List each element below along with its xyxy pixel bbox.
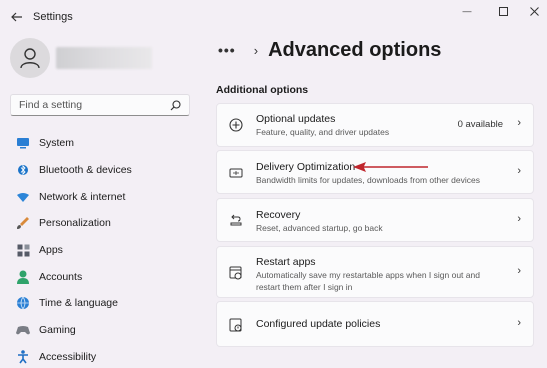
card-title: Recovery [256, 209, 301, 221]
chevron-right-icon: › [517, 213, 521, 225]
annotation-arrow [353, 162, 428, 172]
maximize-icon [498, 6, 508, 16]
app-title: Settings [33, 11, 73, 23]
title-bar: Settings — [0, 0, 547, 32]
gaming-icon [16, 323, 30, 337]
chevron-right-icon: › [517, 317, 521, 329]
sidebar-item-label: Accounts [39, 270, 83, 283]
chevron-right-icon: › [253, 42, 259, 58]
maximize-button[interactable] [490, 4, 516, 18]
back-arrow-icon [11, 12, 22, 22]
card-description: Reset, advanced startup, go back [256, 223, 383, 233]
person-icon [20, 48, 40, 69]
section-title: Additional options [216, 84, 309, 96]
bluetooth-icon [16, 163, 30, 177]
search-box[interactable] [10, 94, 190, 116]
card-description: Automatically save my restartable apps w… [256, 270, 480, 292]
breadcrumb: ••• › Advanced options [218, 36, 441, 64]
card-title: Delivery Optimization [256, 161, 356, 173]
updates-count: 0 available [457, 119, 503, 130]
sidebar-item-network[interactable]: Network & internet [10, 183, 200, 210]
sidebar-item-label: Accessibility [39, 350, 97, 363]
policy-icon [229, 318, 243, 332]
close-button[interactable] [521, 4, 547, 18]
accounts-icon [16, 270, 30, 284]
sidebar-nav: System Bluetooth & devices Network & int… [10, 130, 200, 368]
sidebar-item-time-language[interactable]: Time & language [10, 290, 200, 317]
sidebar-item-bluetooth[interactable]: Bluetooth & devices [10, 157, 200, 184]
card-title: Optional updates [256, 113, 336, 125]
back-button[interactable] [8, 8, 26, 26]
sidebar-item-label: Time & language [39, 297, 118, 310]
card-recovery[interactable]: Recovery Reset, advanced startup, go bac… [216, 198, 534, 242]
sidebar-item-accounts[interactable]: Accounts [10, 263, 200, 290]
sidebar-item-label: Bluetooth & devices [39, 164, 132, 177]
breadcrumb-more-button[interactable]: ••• [218, 42, 236, 58]
close-icon [529, 6, 539, 16]
chevron-right-icon: › [517, 265, 521, 277]
chevron-right-icon: › [517, 117, 521, 129]
card-configured-update-policies[interactable]: Configured update policies › [216, 301, 534, 347]
brush-icon [16, 216, 30, 230]
chevron-right-icon: › [517, 165, 521, 177]
profile-name-redacted [56, 47, 152, 69]
minimize-icon: — [462, 6, 472, 16]
minimize-button[interactable]: — [454, 4, 480, 18]
wifi-icon [16, 190, 30, 204]
card-title: Restart apps [256, 256, 316, 268]
search-input[interactable] [19, 99, 169, 111]
sidebar-item-accessibility[interactable]: Accessibility [10, 344, 200, 368]
system-icon [16, 136, 30, 150]
card-description: Bandwidth limits for updates, downloads … [256, 175, 480, 185]
card-title: Configured update policies [256, 318, 381, 330]
plus-circle-icon [229, 118, 243, 132]
sidebar-item-personalization[interactable]: Personalization [10, 210, 200, 237]
globe-icon [16, 296, 30, 311]
accessibility-icon [16, 350, 30, 364]
sidebar-item-label: Network & internet [39, 190, 126, 203]
sidebar-item-label: System [39, 137, 75, 150]
sidebar-item-gaming[interactable]: Gaming [10, 317, 200, 344]
sidebar-item-label: Apps [39, 244, 63, 257]
restart-apps-icon [229, 266, 243, 280]
sidebar-item-system[interactable]: System [10, 130, 200, 157]
sidebar-item-label: Personalization [39, 217, 111, 230]
sidebar-item-label: Gaming [39, 324, 76, 337]
card-restart-apps[interactable]: Restart apps Automatically save my resta… [216, 246, 534, 298]
avatar[interactable] [10, 38, 50, 78]
sidebar-item-apps[interactable]: Apps [10, 237, 200, 264]
delivery-icon [229, 166, 243, 180]
apps-icon [16, 243, 30, 257]
search-icon[interactable] [169, 99, 181, 111]
recovery-icon [229, 213, 243, 227]
card-optional-updates[interactable]: Optional updates Feature, quality, and d… [216, 103, 534, 147]
page-title: Advanced options [268, 38, 442, 61]
